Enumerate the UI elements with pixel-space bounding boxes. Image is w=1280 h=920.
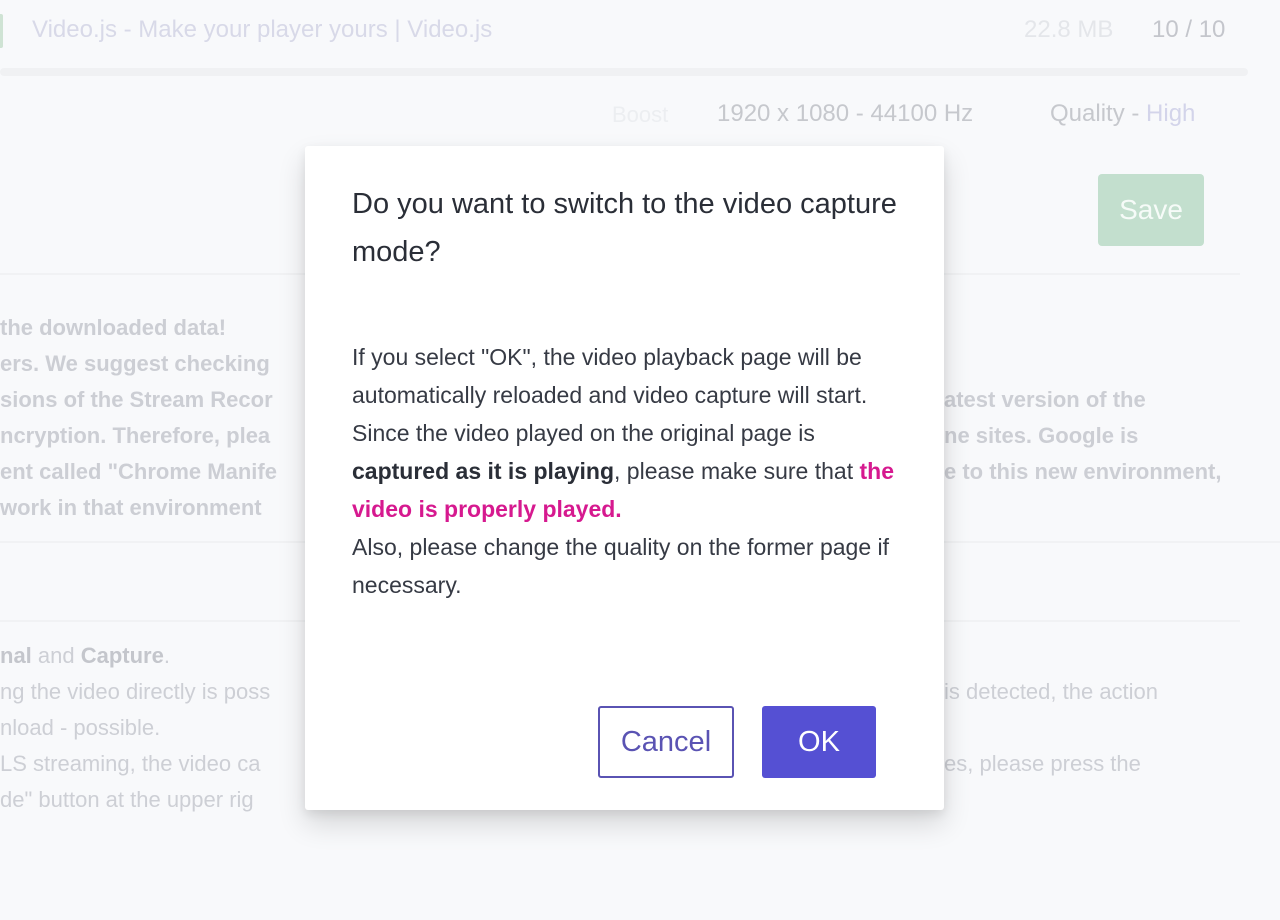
- mode-line: LS streaming, the video ca: [0, 751, 261, 776]
- dialog-paragraph: Since the video played on the original p…: [352, 414, 912, 528]
- mode-line: nal and Capture.: [0, 638, 170, 674]
- notice-line: ne sites. Google is: [944, 423, 1139, 448]
- mode-text: and: [31, 643, 81, 668]
- notice-line: ers. We suggest checking: [0, 351, 270, 376]
- notice-line: work in that environment: [0, 495, 262, 520]
- mode-line: ng the video directly is poss: [0, 679, 271, 704]
- mode-line: nload - possible.: [0, 715, 161, 740]
- save-button[interactable]: Save: [1098, 174, 1204, 246]
- quality-value: High: [1146, 100, 1196, 127]
- mode-normal-label: nal: [0, 643, 32, 668]
- quality-label: Quality -: [1050, 100, 1147, 127]
- dialog-body: If you select "OK", the video playback p…: [352, 338, 912, 604]
- quality-selector[interactable]: Quality - High: [1050, 100, 1195, 128]
- media-meta-row: Boost 1920 x 1080 - 44100 Hz Quality - H…: [0, 100, 1280, 132]
- notice-line: ent called "Chrome Manife: [0, 459, 277, 484]
- download-progress-bar: [0, 68, 1248, 76]
- dialog-text: Since the video played on the original p…: [352, 420, 815, 446]
- mode-text: .: [163, 643, 170, 668]
- ok-button[interactable]: OK: [762, 706, 876, 778]
- boost-toggle[interactable]: Boost: [612, 102, 668, 128]
- mode-line: is detected, the action: [944, 679, 1159, 704]
- notice-line: atest version of the: [944, 387, 1146, 412]
- capture-mode-dialog: Do you want to switch to the video captu…: [305, 146, 944, 810]
- dialog-emphasis: captured as it is playing: [352, 458, 615, 484]
- file-size: 22.8 MB: [1024, 16, 1114, 43]
- dialog-text: , please make sure that: [614, 458, 860, 484]
- dialog-title: Do you want to switch to the video captu…: [352, 188, 897, 268]
- mode-line: es, please press the: [944, 751, 1141, 776]
- mode-capture-label: Capture: [80, 643, 164, 668]
- item-status-accent: [0, 14, 3, 48]
- notice-line: sions of the Stream Recor: [0, 387, 273, 412]
- notice-line: e to this new environment,: [944, 459, 1222, 484]
- segment-count: 10 / 10: [1152, 16, 1226, 43]
- dialog-paragraph: Also, please change the quality on the f…: [352, 534, 890, 598]
- dialog-paragraph: If you select "OK", the video playback p…: [352, 344, 868, 408]
- page-title: Video.js - Make your player yours | Vide…: [32, 16, 493, 43]
- resolution-info: 1920 x 1080 - 44100 Hz: [717, 100, 974, 127]
- cancel-button[interactable]: Cancel: [598, 706, 734, 778]
- mode-line: de" button at the upper rig: [0, 787, 254, 812]
- notice-line: ncryption. Therefore, plea: [0, 423, 271, 448]
- recording-item-header: Video.js - Make your player yours | Vide…: [0, 0, 1280, 64]
- notice-line: the downloaded data!: [0, 315, 227, 340]
